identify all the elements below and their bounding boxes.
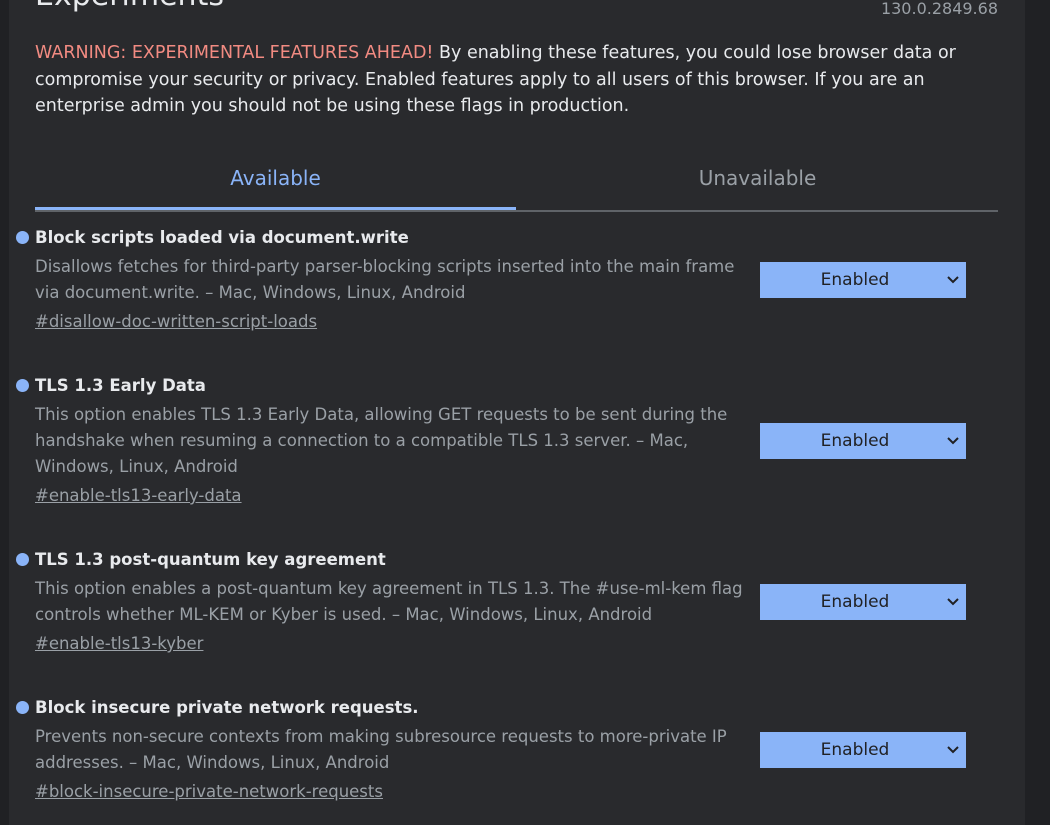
select-value: Enabled bbox=[820, 592, 890, 612]
flag-state-select[interactable]: Enabled bbox=[760, 732, 966, 768]
flag-state-select[interactable]: Enabled bbox=[760, 584, 966, 620]
page-title: Experiments bbox=[35, 0, 224, 14]
flag-link[interactable]: #block-insecure-private-network-requests bbox=[35, 780, 383, 804]
flag-link[interactable]: #enable-tls13-kyber bbox=[35, 632, 203, 656]
flag-state-select[interactable]: Enabled bbox=[760, 262, 966, 298]
flag-description: Disallows fetches for third-party parser… bbox=[35, 257, 735, 302]
flags-page: Experiments 130.0.2849.68 WARNING: EXPER… bbox=[9, 0, 1025, 825]
tab-unavailable[interactable]: Unavailable bbox=[517, 150, 998, 208]
flag-name: TLS 1.3 post-quantum key agreement bbox=[35, 550, 386, 569]
flag-link[interactable]: #enable-tls13-early-data bbox=[35, 484, 242, 508]
flag-description: This option enables a post-quantum key a… bbox=[35, 579, 743, 624]
flag-description: Prevents non-secure contexts from making… bbox=[35, 727, 727, 772]
flag-state-select[interactable]: Enabled bbox=[760, 423, 966, 459]
dot-icon bbox=[16, 701, 29, 714]
flag-name: Block insecure private network requests. bbox=[35, 698, 419, 717]
warning-heading: WARNING: EXPERIMENTAL FEATURES AHEAD! bbox=[35, 43, 434, 63]
chevron-down-icon bbox=[947, 276, 959, 284]
version-label: 130.0.2849.68 bbox=[880, 0, 998, 18]
warning-message: WARNING: EXPERIMENTAL FEATURES AHEAD! By… bbox=[35, 40, 995, 120]
flag-description: This option enables TLS 1.3 Early Data, … bbox=[35, 405, 728, 476]
chevron-down-icon bbox=[947, 437, 959, 445]
flag-name: TLS 1.3 Early Data bbox=[35, 376, 206, 395]
dot-icon bbox=[16, 231, 29, 244]
dot-icon bbox=[16, 379, 29, 392]
tab-bar: Available Unavailable bbox=[35, 150, 998, 212]
flag-name: Block scripts loaded via document.write bbox=[35, 228, 409, 247]
chevron-down-icon bbox=[947, 746, 959, 754]
flag-link[interactable]: #disallow-doc-written-script-loads bbox=[35, 310, 317, 334]
select-value: Enabled bbox=[820, 431, 890, 451]
tab-available[interactable]: Available bbox=[35, 150, 516, 210]
select-value: Enabled bbox=[820, 740, 890, 760]
chevron-down-icon bbox=[947, 598, 959, 606]
dot-icon bbox=[16, 553, 29, 566]
select-value: Enabled bbox=[820, 270, 890, 290]
